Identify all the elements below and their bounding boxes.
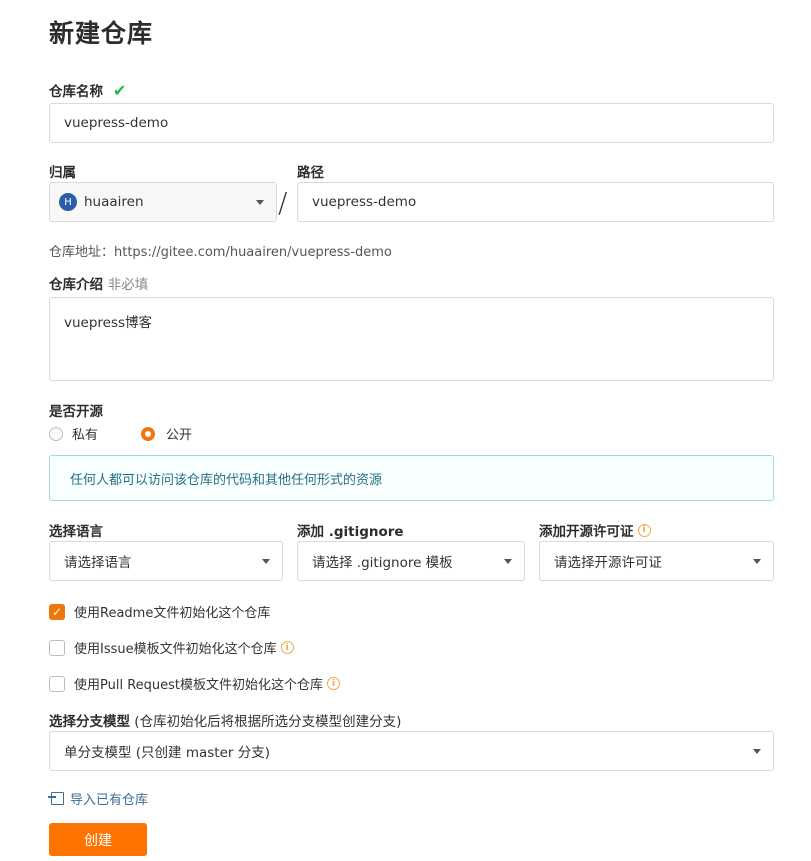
chevron-down-icon [256, 200, 264, 205]
branch-model-label-row: 选择分支模型 (仓库初始化后将根据所选分支模型创建分支) [49, 710, 401, 730]
visibility-info-text: 任何人都可以访问该仓库的代码和其他任何形式的资源 [70, 472, 383, 488]
checkbox-pull-request[interactable] [49, 675, 65, 692]
info-icon[interactable]: i [280, 641, 294, 654]
description-label-row: 仓库介绍 非必填 [49, 273, 148, 293]
info-icon[interactable]: i [327, 677, 341, 690]
license-label-row: 添加开源许可证 i [539, 520, 651, 540]
owner-label: 归属 [49, 165, 76, 181]
avatar-icon: H [59, 193, 77, 211]
import-repo-label: 导入已有仓库 [70, 793, 149, 808]
repo-name-label-row: 仓库名称 ✔ [49, 80, 126, 100]
init-issue-option[interactable]: 使用Issue模板文件初始化这个仓库 i [49, 638, 294, 657]
repo-name-label: 仓库名称 [49, 84, 103, 100]
gitignore-select[interactable]: 请选择 .gitignore 模板 [297, 541, 525, 581]
path-value: vuepress-demo [312, 194, 417, 210]
owner-select[interactable]: H huaairen [49, 182, 277, 222]
radio-private-label: 私有 [72, 428, 99, 443]
owner-value: huaairen [84, 194, 144, 210]
path-input[interactable]: vuepress-demo [297, 182, 774, 222]
description-label: 仓库介绍 [49, 277, 103, 293]
branch-model-value: 单分支模型 (只创建 master 分支) [64, 745, 271, 761]
repo-name-input[interactable]: vuepress-demo [49, 103, 774, 143]
chevron-down-icon [753, 749, 761, 754]
description-textarea[interactable]: vuepress博客 [49, 297, 774, 381]
path-label: 路径 [297, 165, 324, 181]
branch-model-select[interactable]: 单分支模型 (只创建 master 分支) [49, 731, 774, 771]
branch-model-hint: (仓库初始化后将根据所选分支模型创建分支) [134, 714, 402, 730]
import-icon [48, 792, 64, 805]
radio-public[interactable]: 公开 [141, 424, 192, 443]
branch-model-label: 选择分支模型 [49, 714, 130, 730]
import-repo-link[interactable]: 导入已有仓库 [48, 789, 149, 808]
init-pr-option[interactable]: 使用Pull Request模板文件初始化这个仓库 i [49, 674, 341, 693]
license-placeholder: 请选择开源许可证 [554, 555, 662, 571]
visibility-label: 是否开源 [49, 404, 103, 420]
repo-name-value: vuepress-demo [64, 115, 169, 131]
checkbox-readme[interactable]: ✓ [49, 603, 65, 620]
init-readme-option[interactable]: ✓ 使用Readme文件初始化这个仓库 [49, 602, 270, 621]
visibility-info-message: 任何人都可以访问该仓库的代码和其他任何形式的资源 [49, 455, 774, 501]
init-issue-label: 使用Issue模板文件初始化这个仓库 [74, 642, 277, 657]
checkbox-issue[interactable] [49, 639, 65, 656]
gitignore-label: 添加 .gitignore [297, 524, 404, 540]
language-select[interactable]: 请选择语言 [49, 541, 283, 581]
radio-private-circle[interactable] [49, 426, 63, 441]
chevron-down-icon [504, 559, 512, 564]
description-value: vuepress博客 [64, 315, 153, 331]
radio-public-label: 公开 [166, 428, 193, 443]
check-icon: ✔ [113, 81, 127, 100]
gitignore-placeholder: 请选择 .gitignore 模板 [312, 555, 453, 571]
radio-private[interactable]: 私有 [49, 424, 98, 443]
path-separator: / [278, 186, 288, 219]
license-select[interactable]: 请选择开源许可证 [539, 541, 774, 581]
chevron-down-icon [262, 559, 270, 564]
language-label: 选择语言 [49, 524, 103, 540]
info-icon[interactable]: i [637, 523, 651, 537]
init-readme-label: 使用Readme文件初始化这个仓库 [74, 606, 271, 621]
create-button[interactable]: 创建 [49, 823, 147, 856]
repo-url: 仓库地址：https://gitee.com/huaairen/vuepress… [49, 245, 392, 260]
page-title: 新建仓库 [49, 19, 154, 48]
optional-tag: 非必填 [107, 277, 149, 293]
radio-public-circle[interactable] [141, 426, 155, 441]
license-label: 添加开源许可证 [539, 524, 634, 540]
chevron-down-icon [753, 559, 761, 564]
language-placeholder: 请选择语言 [64, 555, 132, 571]
init-pr-label: 使用Pull Request模板文件初始化这个仓库 [74, 678, 324, 693]
